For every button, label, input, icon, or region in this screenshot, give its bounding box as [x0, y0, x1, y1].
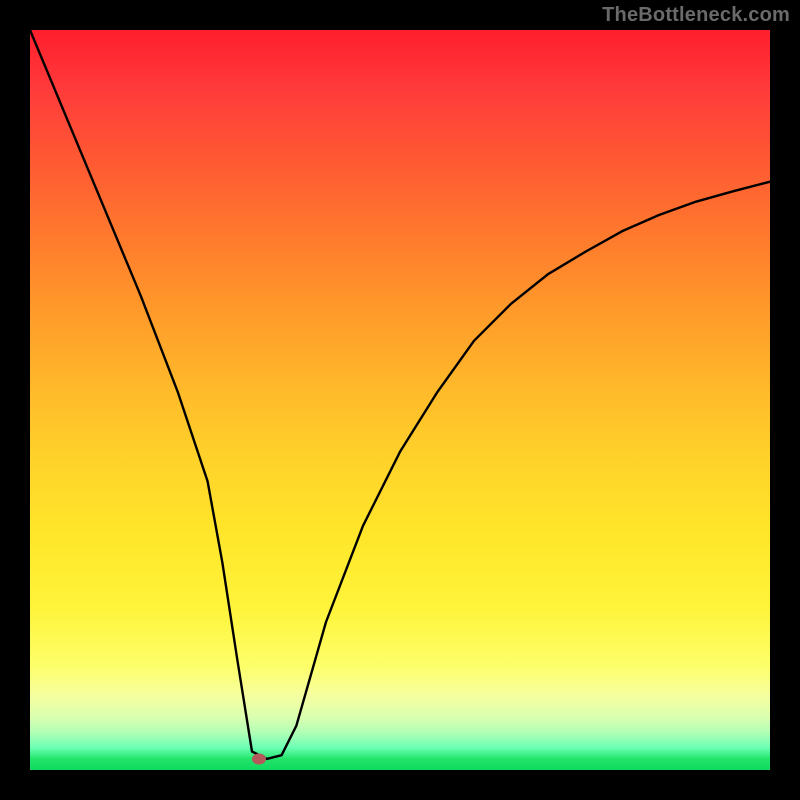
- optimal-point-marker: [252, 753, 266, 764]
- plot-area: [30, 30, 770, 770]
- chart-frame: TheBottleneck.com: [0, 0, 800, 800]
- bottleneck-curve: [30, 30, 770, 770]
- attribution-text: TheBottleneck.com: [602, 4, 790, 27]
